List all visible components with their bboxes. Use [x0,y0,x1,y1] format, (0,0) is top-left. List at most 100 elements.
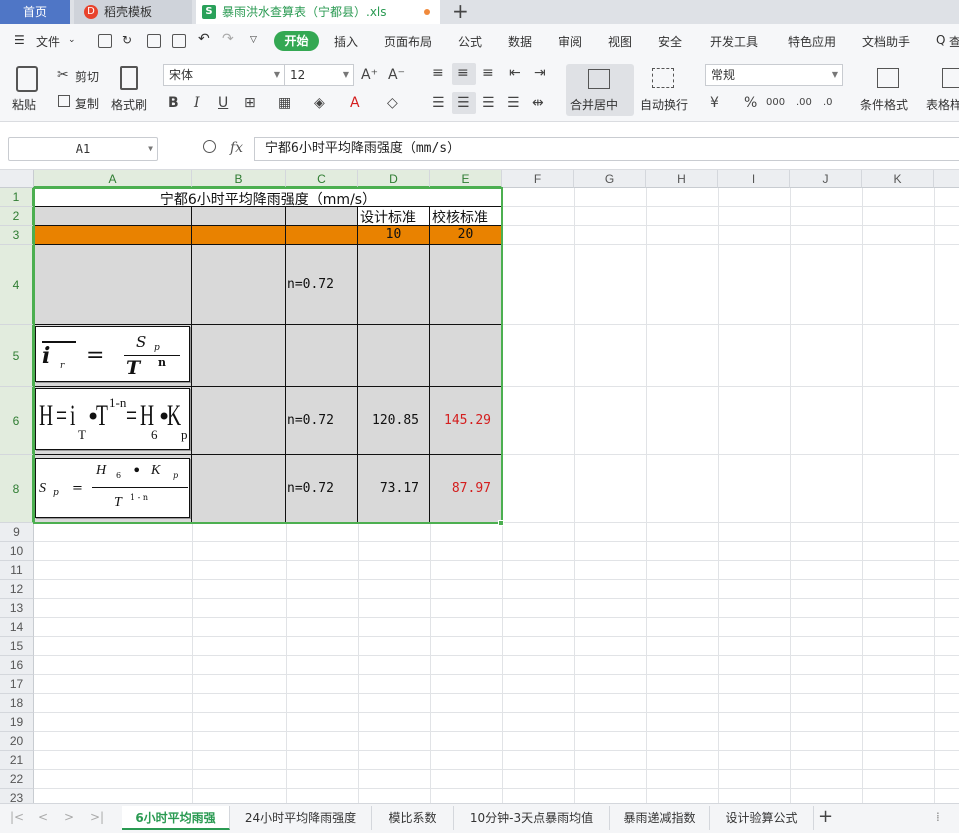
copy-button[interactable]: 复制 [75,95,99,112]
cell-d5[interactable] [358,325,430,387]
wrap-text-button[interactable]: 自动换行 [640,96,688,113]
save-icon[interactable] [98,34,112,48]
cell-c2[interactable] [286,207,358,226]
wrap-text-icon[interactable] [652,68,674,88]
hamburger-icon[interactable]: ☰ [14,33,25,47]
column-header-i[interactable]: I [718,170,790,188]
cell-b8[interactable] [192,455,286,523]
row-header-18[interactable]: 18 [0,694,34,713]
scroll-handle-icon[interactable]: ⁞ [936,810,940,824]
menu-doc-assistant[interactable]: 文档助手 [862,33,910,50]
tab-file[interactable]: S 暴雨洪水查算表（宁都县）.xls [196,0,440,24]
cell-c5[interactable] [286,325,358,387]
underline-icon[interactable]: U [218,95,228,111]
row-header-13[interactable]: 13 [0,599,34,618]
menu-special[interactable]: 特色应用 [788,33,836,50]
add-sheet-plus-icon[interactable]: + [818,806,833,827]
decrease-font-icon[interactable]: A⁻ [388,67,405,83]
zoom-icon[interactable] [203,140,216,153]
menu-review[interactable]: 审阅 [558,33,582,50]
customize-quick-access-icon[interactable]: ▽ [250,35,257,45]
cell-c6[interactable]: n=0.72 [286,387,358,455]
cell-e8[interactable]: 87.97 [430,455,502,523]
sheet-tab-10min-3day[interactable]: 10分钟-3天点暴雨均值 [454,806,610,830]
fill-handle[interactable] [498,520,504,526]
print-preview-icon[interactable] [172,34,186,48]
increase-font-icon[interactable]: A⁺ [361,67,378,83]
row-header-6[interactable]: 6 [0,387,34,455]
align-top-icon[interactable]: ≡ [432,65,444,81]
print-icon[interactable] [147,34,161,48]
row-header-17[interactable]: 17 [0,675,34,694]
font-size-select[interactable]: 12 ▼ [284,64,354,86]
column-header-a[interactable]: A [34,170,192,188]
paste-icon[interactable] [16,66,38,92]
row-header-16[interactable]: 16 [0,656,34,675]
border-icon[interactable]: ⊞ [244,95,256,111]
next-sheet-icon[interactable]: > [64,810,74,824]
column-header-f[interactable]: F [502,170,574,188]
redo-icon[interactable]: ↷ [222,31,234,47]
menu-formulas[interactable]: 公式 [458,33,482,50]
row-header-20[interactable]: 20 [0,732,34,751]
formula-input[interactable]: 宁都6小时平均降雨强度（mm/s） [254,137,959,161]
cut-button[interactable]: 剪切 [75,68,99,85]
tab-template[interactable]: D 稻壳模板 [74,0,192,24]
row-header-22[interactable]: 22 [0,770,34,789]
formula-image-rainfall[interactable]: H = i T • T 1-n = H 6 • K p [35,388,190,450]
row-header-23[interactable]: 23 [0,789,34,803]
menu-data[interactable]: 数据 [508,33,532,50]
distribute-icon[interactable]: ⇹ [532,95,544,111]
clear-format-icon[interactable]: ◇ [387,95,398,111]
column-header-b[interactable]: B [192,170,286,188]
fill-color-icon[interactable]: ◈ [314,95,325,111]
cell-e4[interactable] [430,245,502,325]
indent-decrease-icon[interactable]: ⇤ [509,65,521,81]
cell-c3[interactable] [286,226,358,245]
last-sheet-icon[interactable]: >| [90,810,104,824]
cell-d2[interactable]: 设计标准 [358,207,430,226]
format-painter-button[interactable]: 格式刷 [111,96,147,113]
align-center-button[interactable]: ☰ [452,92,476,114]
column-header-d[interactable]: D [358,170,430,188]
row-header-9[interactable]: 9 [0,523,34,542]
merge-center-button[interactable]: 合并居中 [566,64,634,116]
search-label[interactable]: 查 [949,33,959,50]
cell-b6[interactable] [192,387,286,455]
name-box[interactable]: A1 ▼ [8,137,158,161]
row-header-19[interactable]: 19 [0,713,34,732]
align-right-icon[interactable]: ☰ [482,95,495,111]
menu-page-layout[interactable]: 页面布局 [384,33,432,50]
menu-view[interactable]: 视图 [608,33,632,50]
sheet-tab-6h[interactable]: 6小时平均雨强 [122,806,230,830]
sheet-tab-24h[interactable]: 24小时平均降雨强度 [230,806,372,830]
cell-d4[interactable] [358,245,430,325]
menu-start[interactable]: 开始 [274,31,319,51]
cell-e2[interactable]: 校核标准 [430,207,502,226]
cell-e5[interactable] [430,325,502,387]
row-header-1[interactable]: 1 [0,188,34,207]
thousands-icon[interactable]: 000 [766,95,785,111]
conditional-format-icon[interactable] [877,68,899,88]
bold-icon[interactable]: B [168,95,179,111]
column-header-h[interactable]: H [646,170,718,188]
cell-d6[interactable]: 120.85 [358,387,430,455]
fx-icon[interactable]: fx [230,140,243,156]
row-header-11[interactable]: 11 [0,561,34,580]
cell-c4[interactable]: n=0.72 [286,245,358,325]
undo-icon[interactable]: ↶ [198,31,210,47]
export-icon[interactable]: ↻ [122,33,132,47]
table-style-button[interactable]: 表格样 [926,96,959,113]
cell-a1-title[interactable]: 宁都6小时平均降雨强度（mm/s） [34,188,502,208]
row-header-4[interactable]: 4 [0,245,34,325]
column-header-j[interactable]: J [790,170,862,188]
paste-button[interactable]: 粘贴 [12,96,36,113]
row-header-8[interactable]: 8 [0,455,34,523]
percent-icon[interactable]: % [744,95,757,111]
cell-c8[interactable]: n=0.72 [286,455,358,523]
cell-d3[interactable]: 10 [358,226,430,245]
justify-icon[interactable]: ☰ [507,95,520,111]
column-header-k[interactable]: K [862,170,934,188]
cell-e6[interactable]: 145.29 [430,387,502,455]
align-bottom-icon[interactable]: ≡ [482,65,494,81]
